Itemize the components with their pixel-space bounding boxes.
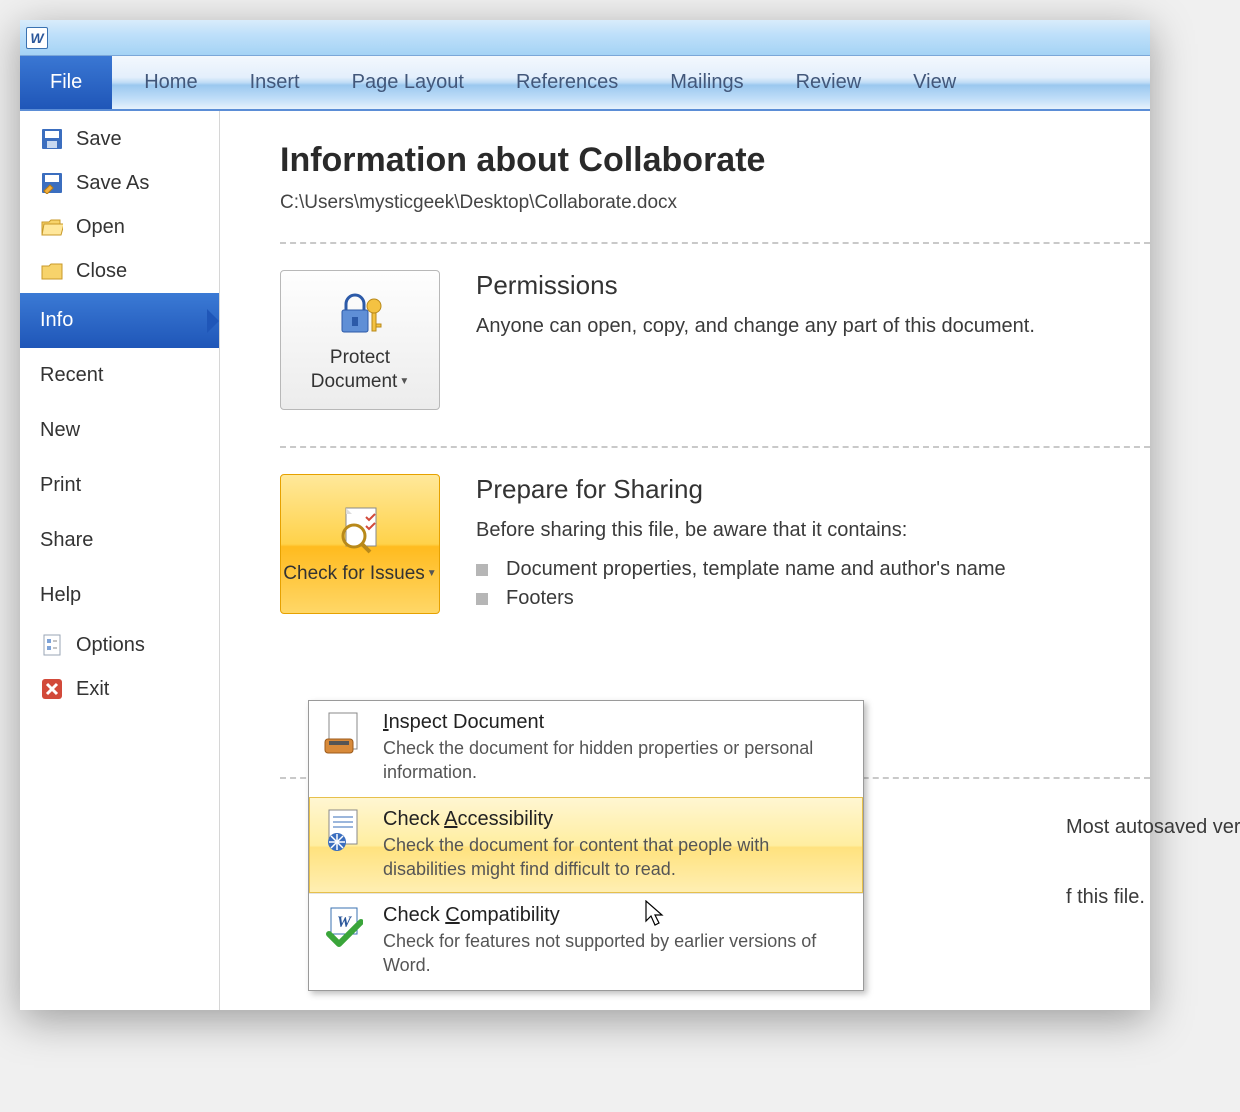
inspect-document-icon — [334, 502, 386, 554]
sidebar-item-exit[interactable]: Exit — [20, 667, 219, 711]
prepare-checklist: Document properties, template name and a… — [476, 555, 1006, 613]
word-backstage-window: W File Home Insert Page Layout Reference… — [20, 20, 1150, 1010]
document-path: C:\Users\mysticgeek\Desktop\Collaborate.… — [280, 192, 1150, 214]
compatibility-icon: W — [321, 904, 365, 948]
sidebar-item-label: Open — [76, 216, 125, 239]
save-icon — [40, 127, 64, 151]
exit-icon — [40, 677, 64, 701]
button-label: Check for Issues▼ — [283, 562, 436, 586]
word-app-icon: W — [26, 27, 48, 49]
ribbon-tab-strip: File Home Insert Page Layout References … — [20, 56, 1150, 111]
menu-item-text: Inspect Document Check the document for … — [383, 711, 851, 785]
open-folder-icon — [40, 215, 64, 239]
tab-page-layout[interactable]: Page Layout — [326, 56, 490, 109]
menu-item-text: Check Compatibility Check for features n… — [383, 904, 851, 978]
check-for-issues-menu: Inspect Document Check the document for … — [308, 700, 864, 991]
sidebar-item-label: Share — [40, 529, 93, 552]
menu-item-title: Check Compatibility — [383, 904, 851, 927]
versions-text-peek: f this file. — [1066, 886, 1145, 909]
sidebar-item-label: Options — [76, 634, 145, 657]
sidebar-item-share[interactable]: Share — [20, 513, 219, 568]
sidebar-item-help[interactable]: Help — [20, 568, 219, 623]
menu-item-title: Check Accessibility — [383, 808, 851, 831]
save-as-icon — [40, 171, 64, 195]
list-item: Footers — [476, 584, 1006, 613]
sidebar-item-options[interactable]: Options — [20, 623, 219, 667]
sidebar-item-open[interactable]: Open — [20, 205, 219, 249]
menu-item-desc: Check the document for content that peop… — [383, 833, 851, 882]
tab-references[interactable]: References — [490, 56, 644, 109]
sidebar-item-label: Save As — [76, 172, 149, 195]
sidebar-item-label: Save — [76, 128, 122, 151]
versions-text-peek: Most autosaved versions are — [1066, 816, 1240, 839]
word-app-letter: W — [30, 30, 43, 46]
permissions-heading: Permissions — [476, 270, 1035, 301]
tab-insert[interactable]: Insert — [224, 56, 326, 109]
sidebar-item-label: New — [40, 419, 80, 442]
sidebar-item-recent[interactable]: Recent — [20, 348, 219, 403]
sidebar-item-save[interactable]: Save — [20, 117, 219, 161]
sidebar-item-close[interactable]: Close — [20, 249, 219, 293]
prepare-heading: Prepare for Sharing — [476, 474, 1006, 505]
sidebar-item-new[interactable]: New — [20, 403, 219, 458]
button-label: Protect Document▼ — [281, 346, 439, 394]
sidebar-item-label: Print — [40, 474, 81, 497]
prepare-text: Prepare for Sharing Before sharing this … — [476, 474, 1006, 614]
prepare-lead: Before sharing this file, be aware that … — [476, 515, 1006, 545]
page-title: Information about Collaborate — [280, 141, 1150, 180]
list-item: Document properties, template name and a… — [476, 555, 1006, 584]
tab-view[interactable]: View — [887, 56, 982, 109]
sidebar-item-label: Exit — [76, 678, 109, 701]
sidebar-item-label: Help — [40, 584, 81, 607]
protect-document-button[interactable]: Protect Document▼ — [280, 270, 440, 410]
prepare-section: Check for Issues▼ Prepare for Sharing Be… — [280, 448, 1150, 650]
sidebar-item-save-as[interactable]: Save As — [20, 161, 219, 205]
backstage-sidebar: Save Save As Open Close — [20, 111, 220, 1010]
tab-review[interactable]: Review — [770, 56, 888, 109]
sidebar-item-label: Info — [40, 309, 73, 332]
sidebar-item-info[interactable]: Info — [20, 293, 219, 348]
sidebar-item-print[interactable]: Print — [20, 458, 219, 513]
tab-home[interactable]: Home — [118, 56, 223, 109]
tab-mailings[interactable]: Mailings — [644, 56, 769, 109]
inspect-document-icon — [321, 711, 365, 755]
permissions-section: Protect Document▼ Permissions Anyone can… — [280, 244, 1150, 446]
menu-item-check-accessibility[interactable]: Check Accessibility Check the document f… — [309, 797, 863, 894]
sidebar-item-label: Close — [76, 260, 127, 283]
accessibility-icon — [321, 808, 365, 852]
tab-file[interactable]: File — [20, 56, 112, 109]
check-for-issues-button[interactable]: Check for Issues▼ — [280, 474, 440, 614]
menu-item-inspect-document[interactable]: Inspect Document Check the document for … — [309, 701, 863, 797]
menu-item-check-compatibility[interactable]: W Check Compatibility Check for features… — [309, 893, 863, 990]
sidebar-item-label: Recent — [40, 364, 103, 387]
menu-item-desc: Check the document for hidden properties… — [383, 736, 851, 785]
titlebar: W — [20, 20, 1150, 56]
close-folder-icon — [40, 259, 64, 283]
permissions-body: Anyone can open, copy, and change any pa… — [476, 311, 1035, 341]
menu-item-title: Inspect Document — [383, 711, 851, 734]
lock-key-icon — [334, 286, 386, 338]
options-icon — [40, 633, 64, 657]
menu-item-desc: Check for features not supported by earl… — [383, 929, 851, 978]
menu-item-text: Check Accessibility Check the document f… — [383, 808, 851, 882]
permissions-text: Permissions Anyone can open, copy, and c… — [476, 270, 1035, 410]
